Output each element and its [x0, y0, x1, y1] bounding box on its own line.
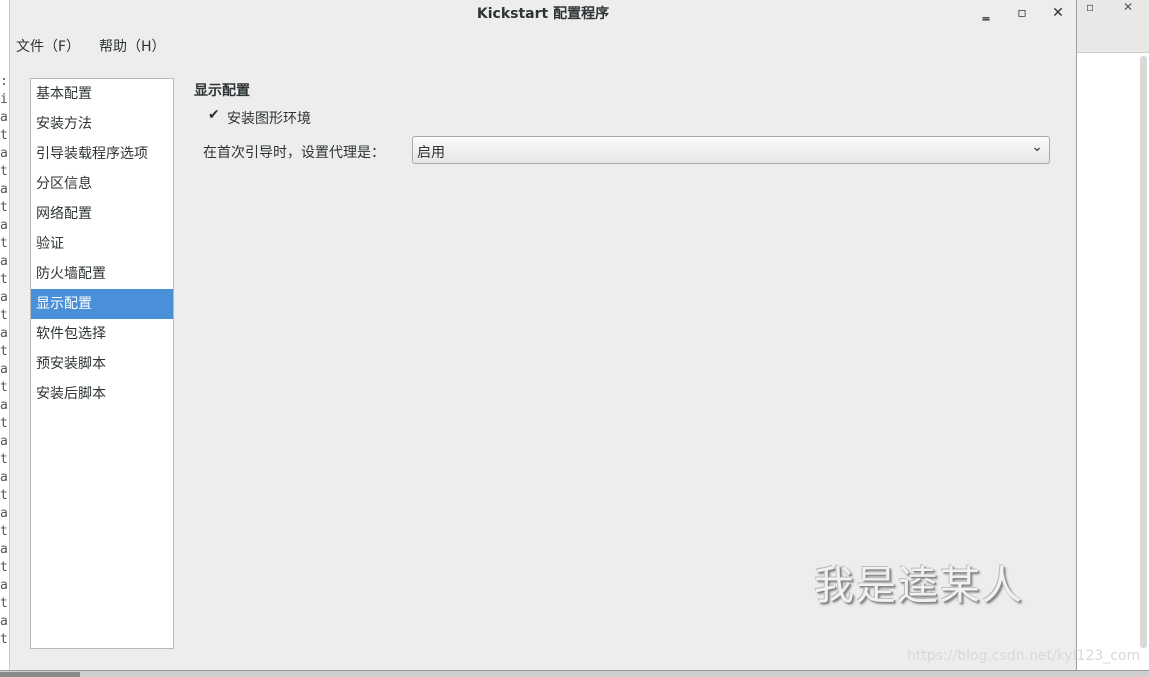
background-text-line: a: [0, 362, 8, 377]
sidebar-item-basic-config[interactable]: 基本配置: [31, 79, 173, 109]
background-text-line: t: [0, 452, 8, 467]
background-terminal: :iatatatatatatatatatatatatatatat: [0, 0, 9, 676]
close-icon[interactable]: ✕: [1046, 2, 1070, 24]
background-maximize-icon[interactable]: ▫: [1086, 0, 1094, 14]
background-text-line: :: [0, 74, 8, 89]
sidebar-item-pre-install-script[interactable]: 预安装脚本: [31, 349, 173, 379]
background-text-line: a: [0, 218, 8, 233]
sidebar-item-post-install-script[interactable]: 安装后脚本: [31, 379, 173, 409]
background-text-line: a: [0, 614, 8, 629]
background-text-line: t: [0, 596, 8, 611]
menu-help[interactable]: 帮助（H）: [99, 36, 166, 56]
first-boot-agent-label: 在首次引导时，设置代理是：: [203, 145, 385, 161]
section-title: 显示配置: [194, 83, 250, 99]
sidebar-item-package-selection[interactable]: 软件包选择: [31, 319, 173, 349]
menu-file[interactable]: 文件（F）: [16, 36, 80, 56]
minimize-icon[interactable]: ‗: [974, 2, 998, 24]
category-list: 基本配置 安装方法 引导装载程序选项 分区信息 网络配置 验证 防火墙配置 显示…: [30, 78, 174, 649]
background-text-line: t: [0, 128, 8, 143]
install-graphical-env-label[interactable]: 安装图形环境: [227, 108, 311, 128]
maximize-icon[interactable]: ▫: [1010, 2, 1034, 24]
menubar: 文件（F） 帮助（H）: [10, 30, 1076, 58]
background-scrollbar[interactable]: [1140, 56, 1147, 648]
background-text-line: a: [0, 506, 8, 521]
background-close-icon[interactable]: ✕: [1123, 0, 1133, 14]
background-text-line: a: [0, 470, 8, 485]
sidebar-item-partition-info[interactable]: 分区信息: [31, 169, 173, 199]
footer-watermark: https://blog.csdn.net/kyl123_com: [907, 648, 1141, 664]
sidebar-item-authentication[interactable]: 验证: [31, 229, 173, 259]
background-text-line: t: [0, 236, 8, 251]
sidebar-item-bootloader-options[interactable]: 引导装载程序选项: [31, 139, 173, 169]
background-text-line: a: [0, 146, 8, 161]
sidebar-item-network-config[interactable]: 网络配置: [31, 199, 173, 229]
background-text-line: a: [0, 290, 8, 305]
chevron-down-icon: ⌄: [1031, 139, 1043, 155]
background-text-line: t: [0, 380, 8, 395]
background-text-line: t: [0, 200, 8, 215]
first-boot-agent-select[interactable]: 启用 ⌄: [412, 136, 1050, 164]
background-text-line: t: [0, 344, 8, 359]
background-text-line: t: [0, 488, 8, 503]
background-text-line: t: [0, 308, 8, 323]
background-text-line: a: [0, 542, 8, 557]
background-text-line: t: [0, 164, 8, 179]
background-text-line: t: [0, 272, 8, 287]
sidebar-item-install-method[interactable]: 安装方法: [31, 109, 173, 139]
background-text-line: a: [0, 110, 8, 125]
background-text-line: a: [0, 326, 8, 341]
sidebar-item-display-config[interactable]: 显示配置: [31, 289, 173, 319]
background-text-line: a: [0, 254, 8, 269]
background-window: ▫ ✕: [1077, 0, 1149, 676]
background-text-line: t: [0, 560, 8, 575]
first-boot-agent-value: 启用: [417, 145, 445, 161]
background-text-line: a: [0, 182, 8, 197]
background-text-line: a: [0, 434, 8, 449]
sidebar-item-firewall-config[interactable]: 防火墙配置: [31, 259, 173, 289]
background-titlebar: ▫ ✕: [1077, 0, 1149, 53]
overlay-watermark: 我是逵某人: [814, 563, 1024, 609]
background-text-line: t: [0, 524, 8, 539]
background-text-line: i: [0, 92, 8, 107]
window-title: Kickstart 配置程序: [476, 6, 610, 22]
background-text-line: t: [0, 416, 8, 431]
taskbar-tab[interactable]: [0, 672, 80, 677]
background-text-line: t: [0, 632, 8, 647]
titlebar: Kickstart 配置程序 ‗ ▫ ✕: [10, 0, 1076, 26]
background-text-line: a: [0, 578, 8, 593]
checkmark-icon[interactable]: ✔: [208, 108, 222, 122]
background-text-line: a: [0, 398, 8, 413]
